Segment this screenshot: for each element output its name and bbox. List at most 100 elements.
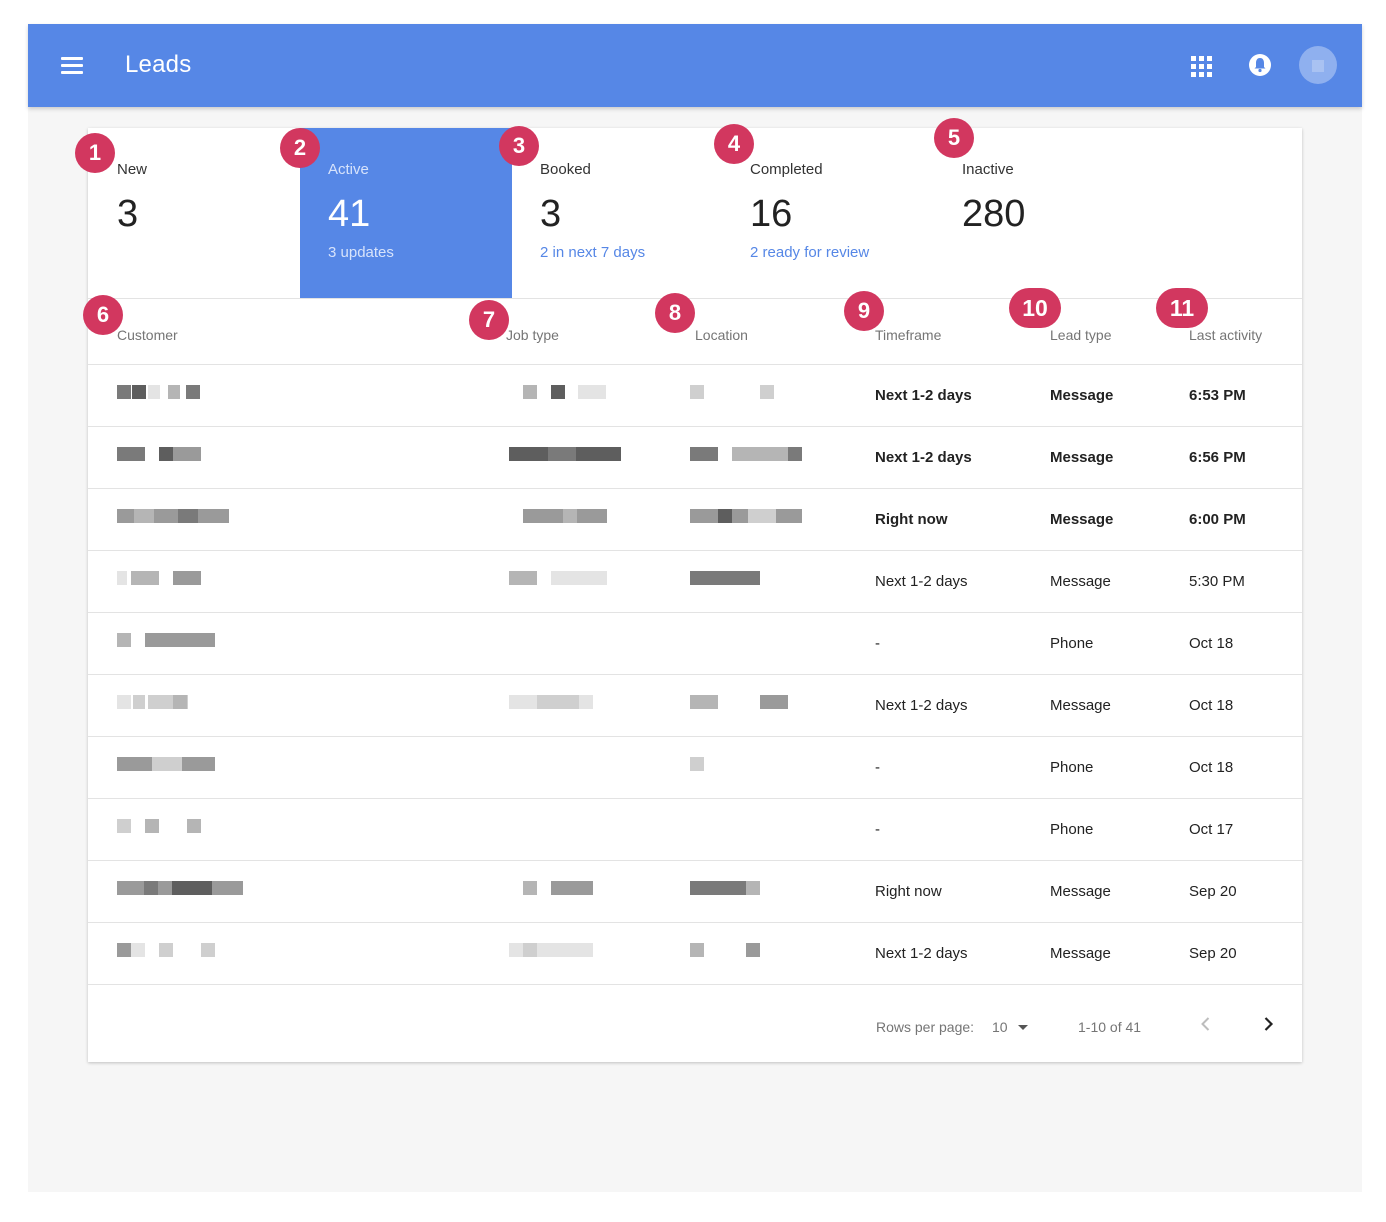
redacted-location bbox=[690, 571, 760, 585]
cell-last-activity: Oct 17 bbox=[1189, 821, 1234, 838]
redacted-customer-name bbox=[134, 509, 154, 523]
redacted-job-type bbox=[523, 943, 537, 957]
callout-badge-2: 2 bbox=[280, 128, 320, 168]
stat-tab-completed[interactable]: Completed 16 2 ready for review bbox=[724, 128, 936, 298]
redacted-location bbox=[746, 881, 760, 895]
chevron-left-icon[interactable] bbox=[1196, 1014, 1216, 1034]
stat-count: 16 bbox=[750, 193, 793, 235]
table-row[interactable]: Next 1-2 days Message 6:56 PM bbox=[88, 427, 1302, 489]
cell-timeframe: - bbox=[875, 821, 880, 838]
stat-tab-new[interactable]: New 3 bbox=[88, 128, 300, 298]
cell-lead-type: Message bbox=[1050, 945, 1111, 962]
chevron-right-icon[interactable] bbox=[1258, 1014, 1278, 1034]
redacted-job-type bbox=[523, 881, 537, 895]
cell-last-activity: 6:56 PM bbox=[1189, 449, 1246, 466]
cell-timeframe: Next 1-2 days bbox=[875, 387, 972, 404]
redacted-job-type bbox=[548, 447, 576, 461]
cell-lead-type: Message bbox=[1050, 573, 1111, 590]
menu-icon[interactable] bbox=[61, 57, 83, 75]
redacted-job-type bbox=[578, 385, 606, 399]
cell-last-activity: 5:30 PM bbox=[1189, 573, 1245, 590]
redacted-customer-name bbox=[117, 571, 127, 585]
redacted-customer-name bbox=[117, 385, 131, 399]
redacted-job-type bbox=[563, 509, 577, 523]
stat-subtext: 2 in next 7 days bbox=[540, 244, 646, 261]
stat-count: 3 bbox=[117, 193, 139, 235]
apps-grid-icon[interactable] bbox=[1191, 56, 1212, 77]
redacted-customer-name bbox=[145, 633, 215, 647]
cell-timeframe: Next 1-2 days bbox=[875, 697, 968, 714]
table-row[interactable]: Right now Message Sep 20 bbox=[88, 861, 1302, 923]
notification-bell-icon[interactable] bbox=[1248, 53, 1272, 78]
callout-badge-11: 11 bbox=[1156, 288, 1208, 328]
redacted-customer-name bbox=[173, 695, 187, 709]
table-row[interactable]: - Phone Oct 17 bbox=[88, 799, 1302, 861]
stat-tab-active[interactable]: Active 41 3 updates bbox=[300, 128, 512, 298]
column-header-last-activity[interactable]: Last activity bbox=[1189, 327, 1262, 343]
table-row[interactable]: - Phone Oct 18 bbox=[88, 737, 1302, 799]
redacted-customer-name bbox=[152, 757, 182, 771]
redacted-job-type bbox=[537, 695, 579, 709]
redacted-location bbox=[760, 695, 788, 709]
redacted-location bbox=[788, 447, 802, 461]
stat-tab-inactive[interactable]: Inactive 280 bbox=[936, 128, 1148, 298]
pagination-range: 1-10 of 41 bbox=[1078, 1019, 1142, 1035]
redacted-location bbox=[690, 385, 704, 399]
divider bbox=[88, 298, 1302, 299]
redacted-location bbox=[718, 509, 732, 523]
redacted-customer-name bbox=[201, 943, 215, 957]
cell-timeframe: Next 1-2 days bbox=[875, 945, 968, 962]
column-header-customer[interactable]: Customer bbox=[117, 327, 178, 343]
callout-badge-4: 4 bbox=[714, 124, 754, 164]
redacted-customer-name bbox=[187, 819, 201, 833]
redacted-customer-name bbox=[172, 881, 212, 895]
column-header-lead-type[interactable]: Lead type bbox=[1050, 327, 1112, 343]
cell-last-activity: Sep 20 bbox=[1189, 883, 1237, 900]
redacted-customer-name bbox=[117, 447, 145, 461]
table-row[interactable]: Next 1-2 days Message Oct 18 bbox=[88, 675, 1302, 737]
stat-subtext: 3 updates bbox=[328, 244, 394, 261]
leads-app: Leads New 3 Active 41 3 updates Booked 3… bbox=[28, 24, 1362, 1192]
redacted-customer-name bbox=[178, 509, 198, 523]
table-row[interactable]: Right now Message 6:00 PM bbox=[88, 489, 1302, 551]
cell-timeframe: - bbox=[875, 759, 880, 776]
column-header-timeframe[interactable]: Timeframe bbox=[875, 327, 941, 343]
cell-lead-type: Message bbox=[1050, 449, 1114, 466]
redacted-customer-name bbox=[131, 943, 145, 957]
cell-last-activity: 6:53 PM bbox=[1189, 387, 1246, 404]
redacted-job-type bbox=[551, 881, 593, 895]
stat-label: Active bbox=[328, 161, 369, 178]
stat-label: Inactive bbox=[962, 161, 1014, 178]
table-row[interactable]: Next 1-2 days Message Sep 20 bbox=[88, 923, 1302, 985]
redacted-customer-name bbox=[173, 447, 201, 461]
stat-tab-booked[interactable]: Booked 3 2 in next 7 days bbox=[512, 128, 724, 298]
redacted-location bbox=[748, 509, 776, 523]
redacted-customer-name bbox=[131, 571, 159, 585]
table-row[interactable]: Next 1-2 days Message 6:53 PM bbox=[88, 365, 1302, 427]
avatar[interactable] bbox=[1299, 46, 1337, 84]
callout-badge-7: 7 bbox=[469, 300, 509, 340]
cell-timeframe: Next 1-2 days bbox=[875, 449, 972, 466]
table-row[interactable]: - Phone Oct 18 bbox=[88, 613, 1302, 675]
redacted-customer-name bbox=[186, 385, 200, 399]
cell-timeframe: - bbox=[875, 635, 880, 652]
table-row[interactable]: Next 1-2 days Message 5:30 PM bbox=[88, 551, 1302, 613]
rows-per-page-select[interactable]: 10 bbox=[992, 1019, 1008, 1035]
chevron-down-icon[interactable] bbox=[1018, 1025, 1028, 1030]
column-header-job-type[interactable]: Job type bbox=[506, 327, 559, 343]
callout-badge-5: 5 bbox=[934, 118, 974, 158]
redacted-customer-name bbox=[117, 695, 131, 709]
column-header-location[interactable]: Location bbox=[695, 327, 748, 343]
redacted-customer-name bbox=[133, 695, 145, 709]
redacted-customer-name bbox=[168, 385, 180, 399]
cell-timeframe: Next 1-2 days bbox=[875, 573, 968, 590]
cell-last-activity: Oct 18 bbox=[1189, 697, 1234, 714]
rows-per-page-label: Rows per page: bbox=[876, 1019, 975, 1035]
redacted-customer-name bbox=[159, 447, 173, 461]
redacted-location bbox=[690, 695, 718, 709]
stat-label: New bbox=[117, 161, 148, 178]
redacted-customer-name bbox=[144, 881, 158, 895]
redacted-location bbox=[746, 943, 760, 957]
callout-badge-10: 10 bbox=[1009, 288, 1061, 328]
cell-timeframe: Right now bbox=[875, 511, 948, 528]
